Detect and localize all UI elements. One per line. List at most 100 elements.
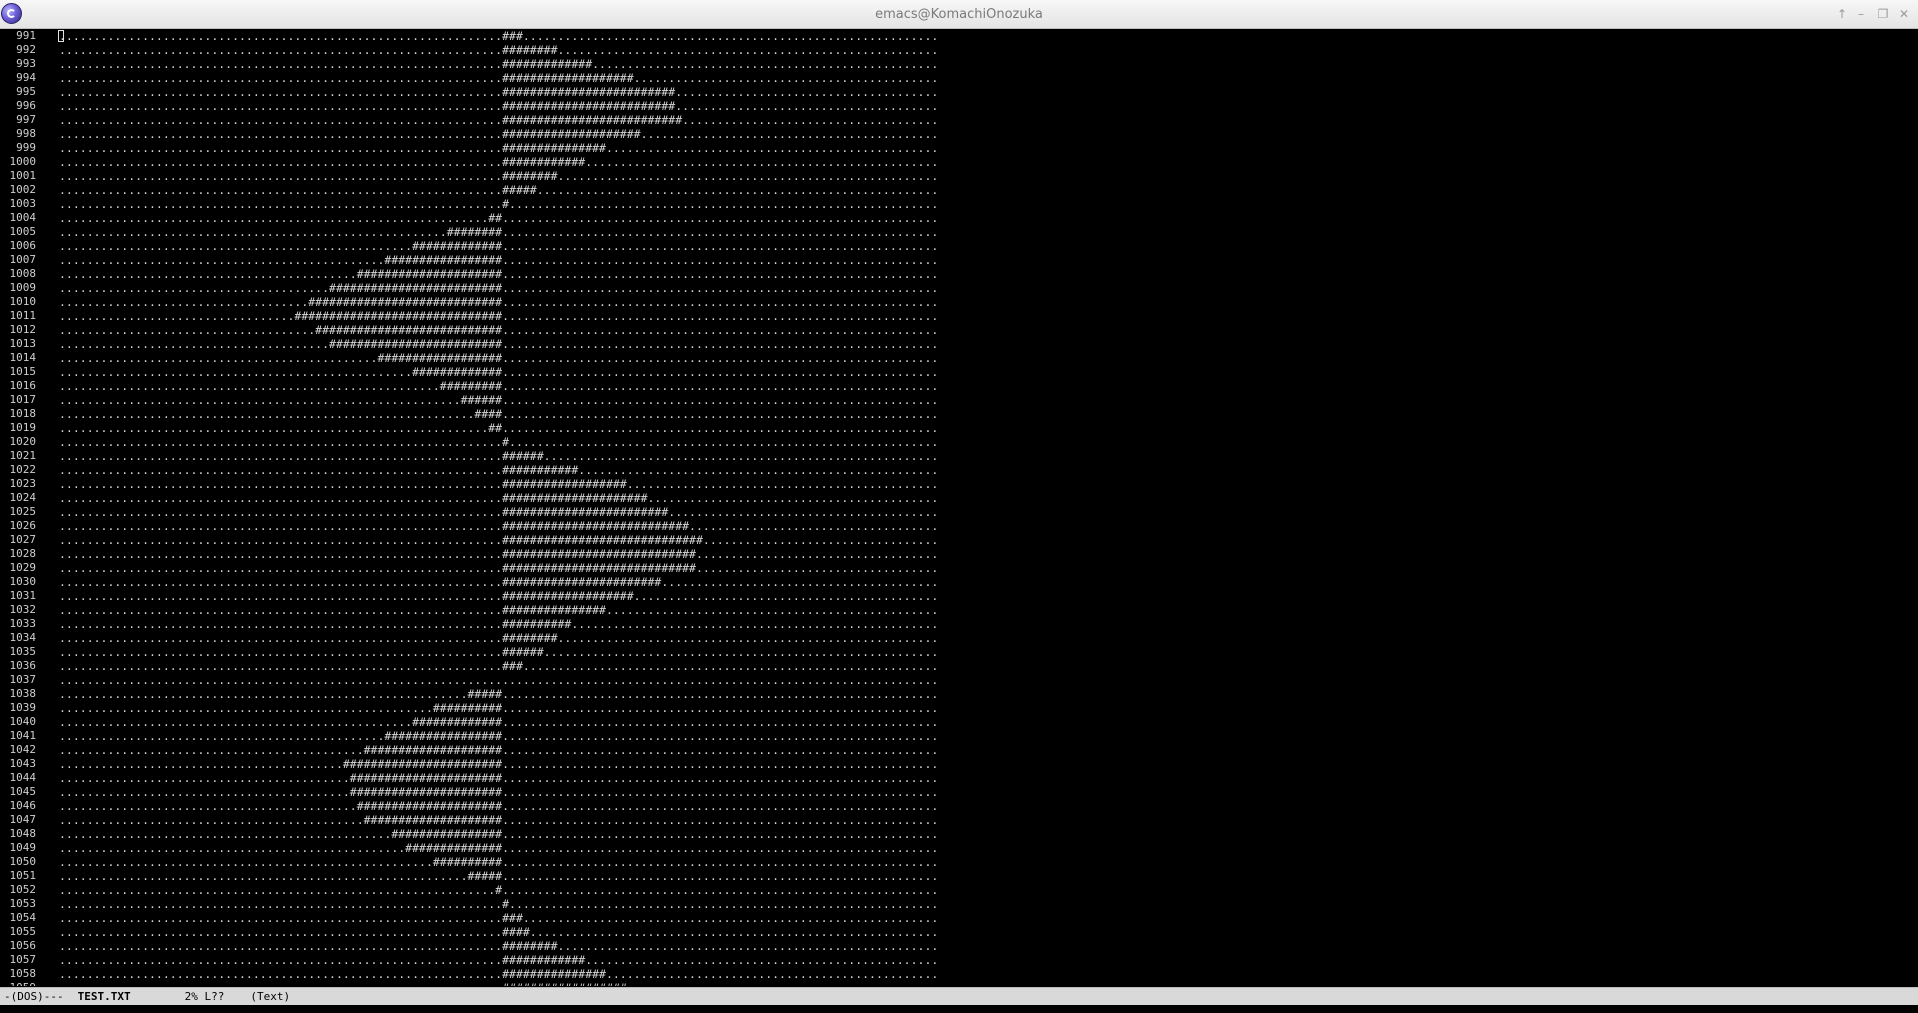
title-bar[interactable]: emacs@KomachiOnozuka ↑ – ❐ ✕ <box>0 0 1918 29</box>
line-number: 1019 <box>9 421 37 434</box>
text-line[interactable]: ........................................… <box>59 617 938 631</box>
text-line[interactable]: ........................................… <box>59 43 938 57</box>
modeline-buffer-name[interactable]: TEST.TXT <box>78 988 131 1006</box>
line-number: 1026 <box>9 519 37 532</box>
text-line[interactable]: ........................................… <box>59 827 938 841</box>
text-line[interactable]: ........................................… <box>59 785 938 799</box>
text-line[interactable]: ........................................… <box>59 673 938 687</box>
text-line[interactable]: ........................................… <box>59 743 938 757</box>
text-line[interactable]: ........................................… <box>59 631 938 645</box>
line-number: 1045 <box>9 785 37 798</box>
text-line[interactable]: ........................................… <box>59 393 938 407</box>
text-line[interactable]: ........................................… <box>59 183 938 197</box>
text-line[interactable]: ........................................… <box>59 981 938 986</box>
text-area[interactable]: ........................................… <box>59 29 938 986</box>
line-number: 1027 <box>9 533 37 546</box>
text-line[interactable]: ........................................… <box>59 267 938 281</box>
text-line[interactable]: .......................................#… <box>59 281 938 295</box>
text-line[interactable]: ........................................… <box>59 533 938 547</box>
line-number: 1055 <box>9 925 37 938</box>
text-line[interactable]: ........................................… <box>59 379 938 393</box>
line-number: 1016 <box>9 379 37 392</box>
line-number: 1023 <box>9 477 37 490</box>
text-line[interactable]: ........................................… <box>59 421 938 435</box>
text-line[interactable]: ........................................… <box>59 967 938 981</box>
text-line[interactable]: ........................................… <box>59 883 938 897</box>
text-line[interactable]: ........................................… <box>59 71 938 85</box>
text-line[interactable]: ........................................… <box>59 155 938 169</box>
text-line[interactable]: ........................................… <box>59 57 938 71</box>
text-line[interactable]: ........................................… <box>59 169 938 183</box>
text-line[interactable]: ........................................… <box>59 211 938 225</box>
line-number: 1015 <box>9 365 37 378</box>
line-number: 999 <box>16 141 36 154</box>
line-number: 1058 <box>9 967 37 980</box>
text-line[interactable]: ........................................… <box>59 841 938 855</box>
line-number: 1025 <box>9 505 37 518</box>
modeline-major-mode[interactable]: (Text) <box>250 988 290 1006</box>
text-line[interactable]: ........................................… <box>59 771 938 785</box>
text-line[interactable]: ........................................… <box>59 477 938 491</box>
editor-buffer[interactable]: 991 992 993 994 995 996 997 998 999 1000 1001 1002 1… <box>0 29 1918 986</box>
text-line[interactable]: ........................................… <box>59 113 938 127</box>
line-number: 1006 <box>9 239 37 252</box>
line-number: 994 <box>16 71 36 84</box>
line-number: 1010 <box>9 295 37 308</box>
text-line[interactable]: ........................................… <box>59 645 938 659</box>
text-line[interactable]: ........................................… <box>59 239 938 253</box>
text-line[interactable]: ........................................… <box>59 197 938 211</box>
text-line[interactable]: ....................................####… <box>59 295 938 309</box>
text-line[interactable]: ..................................######… <box>59 309 938 323</box>
line-number: 1041 <box>9 729 37 742</box>
line-number: 1020 <box>9 435 37 448</box>
line-number: 1014 <box>9 351 37 364</box>
text-line[interactable]: ........................................… <box>59 589 938 603</box>
text-line[interactable]: .....................................###… <box>59 323 938 337</box>
line-number: 1028 <box>9 547 37 560</box>
text-line[interactable]: ........................................… <box>59 869 938 883</box>
text-line[interactable]: .......................................#… <box>59 337 938 351</box>
text-line[interactable]: ........................................… <box>59 407 938 421</box>
text-line[interactable]: ........................................… <box>59 813 938 827</box>
text-line[interactable]: ........................................… <box>59 561 938 575</box>
text-line[interactable]: ........................................… <box>59 547 938 561</box>
text-line[interactable]: ........................................… <box>59 925 938 939</box>
keep-above-button[interactable]: ↑ <box>1833 5 1851 23</box>
text-line[interactable]: ........................................… <box>59 253 938 267</box>
text-line[interactable]: ........................................… <box>59 799 938 813</box>
text-line[interactable]: ........................................… <box>59 687 938 701</box>
text-line[interactable]: ........................................… <box>59 505 938 519</box>
text-line[interactable]: ........................................… <box>59 85 938 99</box>
text-line[interactable]: ........................................… <box>59 225 938 239</box>
text-line[interactable]: ........................................… <box>59 659 938 673</box>
maximize-button[interactable]: ❐ <box>1874 5 1892 23</box>
text-line[interactable]: ........................................… <box>59 701 938 715</box>
text-line[interactable]: ........................................… <box>59 715 938 729</box>
text-line[interactable]: ........................................… <box>59 127 938 141</box>
text-line[interactable]: ........................................… <box>59 897 938 911</box>
minimize-button[interactable]: – <box>1852 5 1870 23</box>
text-line[interactable]: ........................................… <box>59 491 938 505</box>
text-line[interactable]: ........................................… <box>59 911 938 925</box>
text-line[interactable]: ........................................… <box>59 351 938 365</box>
close-button[interactable]: ✕ <box>1895 5 1913 23</box>
text-cursor <box>58 30 64 42</box>
text-line[interactable]: ........................................… <box>59 729 938 743</box>
text-line[interactable]: ........................................… <box>59 141 938 155</box>
text-line[interactable]: ........................................… <box>59 435 938 449</box>
minibuffer[interactable] <box>0 1005 1918 1013</box>
text-line[interactable]: ........................................… <box>59 855 938 869</box>
text-line[interactable]: ........................................… <box>59 365 938 379</box>
line-number: 991 <box>16 29 36 42</box>
text-line[interactable]: ........................................… <box>59 575 938 589</box>
text-line[interactable]: ........................................… <box>59 463 938 477</box>
text-line[interactable]: ........................................… <box>59 519 938 533</box>
text-line[interactable]: ........................................… <box>59 953 938 967</box>
mode-line[interactable]: -(DOS)--- TEST.TXT 2% L?? (Text) <box>0 987 1918 1005</box>
text-line[interactable]: ........................................… <box>59 939 938 953</box>
text-line[interactable]: ........................................… <box>59 99 938 113</box>
text-line[interactable]: ........................................… <box>59 29 938 43</box>
text-line[interactable]: ........................................… <box>59 449 938 463</box>
text-line[interactable]: ........................................… <box>59 603 938 617</box>
text-line[interactable]: ........................................… <box>59 757 938 771</box>
